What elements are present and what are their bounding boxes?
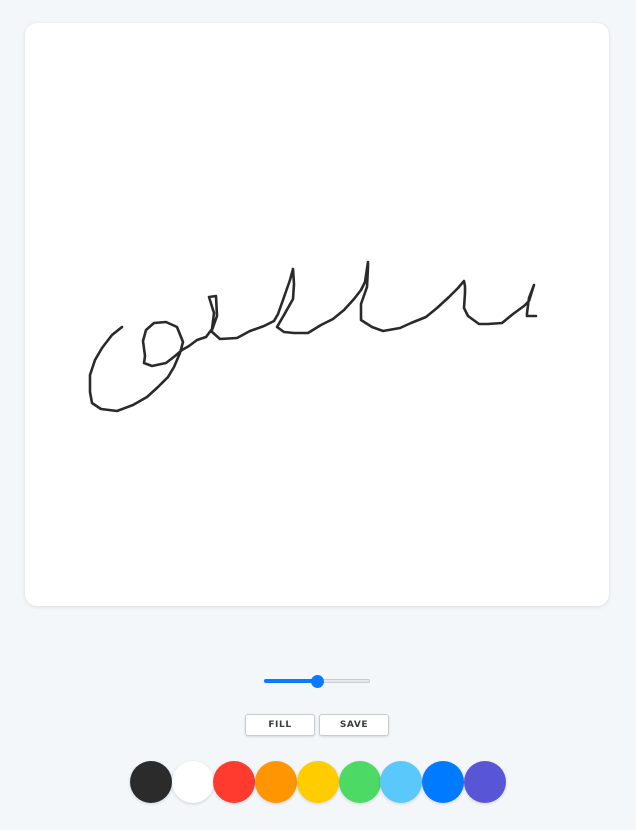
drawn-stroke xyxy=(88,260,538,413)
save-button[interactable]: SAVE xyxy=(319,714,389,736)
color-swatch-red[interactable] xyxy=(213,761,255,803)
brush-size-slider[interactable] xyxy=(262,672,372,690)
color-swatch-yellow[interactable] xyxy=(297,761,339,803)
slider-fill xyxy=(264,679,317,683)
color-swatch-orange[interactable] xyxy=(255,761,297,803)
color-swatch-black[interactable] xyxy=(130,761,172,803)
color-swatch-purple[interactable] xyxy=(464,761,506,803)
color-swatch-green[interactable] xyxy=(339,761,381,803)
fill-button[interactable]: FILL xyxy=(245,714,315,736)
color-swatch-light-blue[interactable] xyxy=(380,761,422,803)
color-swatch-white[interactable] xyxy=(172,761,214,803)
color-swatch-blue[interactable] xyxy=(422,761,464,803)
drawing-canvas[interactable] xyxy=(25,23,609,606)
slider-thumb[interactable] xyxy=(311,675,324,688)
drawing-surface[interactable] xyxy=(25,23,609,606)
